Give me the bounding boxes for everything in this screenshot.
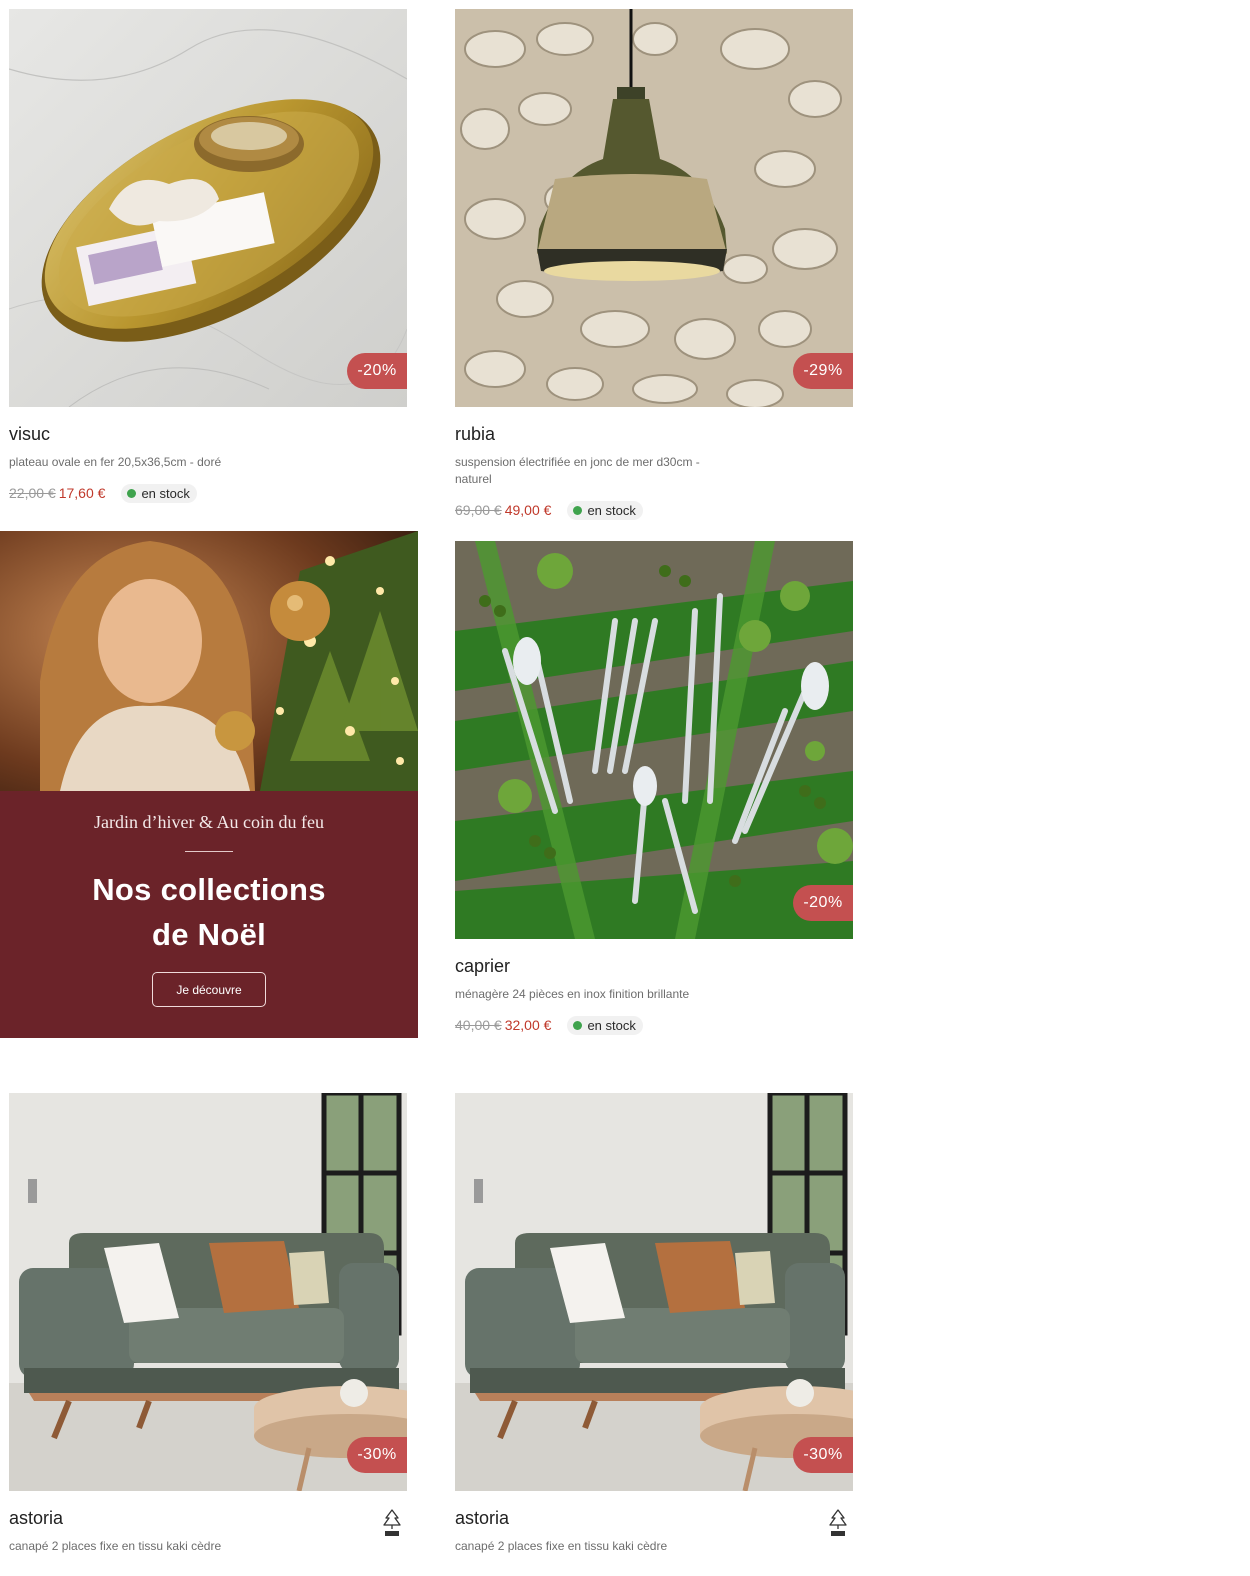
fsc-tree-icon [383, 1509, 401, 1536]
discount-badge: -20% [793, 885, 853, 921]
promo-title: Nos collections de Noël [0, 867, 418, 957]
old-price: 22,00 € [9, 485, 56, 501]
product-name[interactable]: astoria [455, 1508, 853, 1532]
product-description: canapé 2 places fixe en tissu kaki cèdre [455, 1539, 668, 1553]
product-card-rubia[interactable]: -29% rubia suspension électrifiée en jon… [455, 9, 853, 521]
stock-badge: en stock [567, 500, 643, 520]
sale-price: 32,00 € [504, 1017, 552, 1033]
cutlery-set-image [455, 541, 853, 939]
discount-badge: -30% [793, 1437, 853, 1473]
product-name[interactable]: visuc [9, 424, 407, 448]
sale-price: 17,60 € [58, 485, 106, 501]
discount-badge: -29% [793, 353, 853, 389]
stock-badge: en stock [121, 483, 197, 503]
old-price: 69,00 € [455, 502, 502, 518]
price-row: 40,00 € 32,00 € en stock [455, 1014, 853, 1036]
product-description: canapé 2 places fixe en tissu kaki cèdre [9, 1539, 222, 1553]
price-row: 69,00 € 49,00 € en stock [455, 499, 853, 521]
promo-image [0, 531, 418, 791]
product-image[interactable]: -20% [9, 9, 407, 407]
discount-badge: -30% [347, 1437, 407, 1473]
product-image[interactable]: -30% [455, 1093, 853, 1491]
product-name[interactable]: caprier [455, 956, 853, 980]
promo-divider [185, 851, 233, 852]
in-stock-dot-icon [573, 505, 583, 515]
discover-button[interactable]: Je découvre [152, 972, 266, 1007]
product-name[interactable]: astoria [9, 1508, 407, 1532]
product-card-visuc[interactable]: -20% visuc plateau ovale en fer 20,5x36,… [9, 9, 407, 504]
product-card-astoria[interactable]: -30% astoria canapé 2 places fixe en tis… [455, 1093, 853, 1555]
product-image[interactable]: -29% [455, 9, 853, 407]
sofa-image [9, 1093, 407, 1491]
in-stock-dot-icon [573, 1020, 583, 1030]
product-card-astoria[interactable]: -30% astoria canapé 2 places fixe en tis… [9, 1093, 407, 1555]
sofa-image [455, 1093, 853, 1491]
stock-label: en stock [587, 502, 636, 518]
discount-badge: -20% [347, 353, 407, 389]
in-stock-dot-icon [127, 488, 137, 498]
promo-title-line-2: de Noël [151, 917, 267, 952]
stock-badge: en stock [567, 1015, 643, 1035]
christmas-promo-banner[interactable]: Jardin d’hiver & Au coin du feu Nos coll… [0, 531, 418, 1038]
stock-label: en stock [587, 1017, 636, 1033]
price-row: 22,00 € 17,60 € en stock [9, 482, 407, 504]
fsc-tree-icon [829, 1509, 847, 1536]
sale-price: 49,00 € [504, 502, 552, 518]
old-price: 40,00 € [455, 1017, 502, 1033]
stock-label: en stock [141, 485, 190, 501]
product-description: plateau ovale en fer 20,5x36,5cm - doré [9, 455, 222, 469]
product-name[interactable]: rubia [455, 424, 853, 448]
pendant-lamp-image [455, 9, 853, 407]
promo-title-line-1: Nos collections [92, 872, 326, 907]
promo-content: Jardin d’hiver & Au coin du feu Nos coll… [0, 791, 418, 1038]
product-image[interactable]: -30% [9, 1093, 407, 1491]
promo-subtitle: Jardin d’hiver & Au coin du feu [94, 812, 324, 832]
product-description: ménagère 24 pièces en inox finition bril… [455, 987, 690, 1001]
product-card-caprier[interactable]: -20% caprier ménagère 24 pièces en inox … [455, 541, 853, 1036]
product-description: suspension électrifiée en jonc de mer d3… [455, 455, 700, 486]
christmas-child-image [0, 531, 418, 791]
product-image[interactable]: -20% [455, 541, 853, 939]
gold-tray-image [9, 9, 407, 407]
